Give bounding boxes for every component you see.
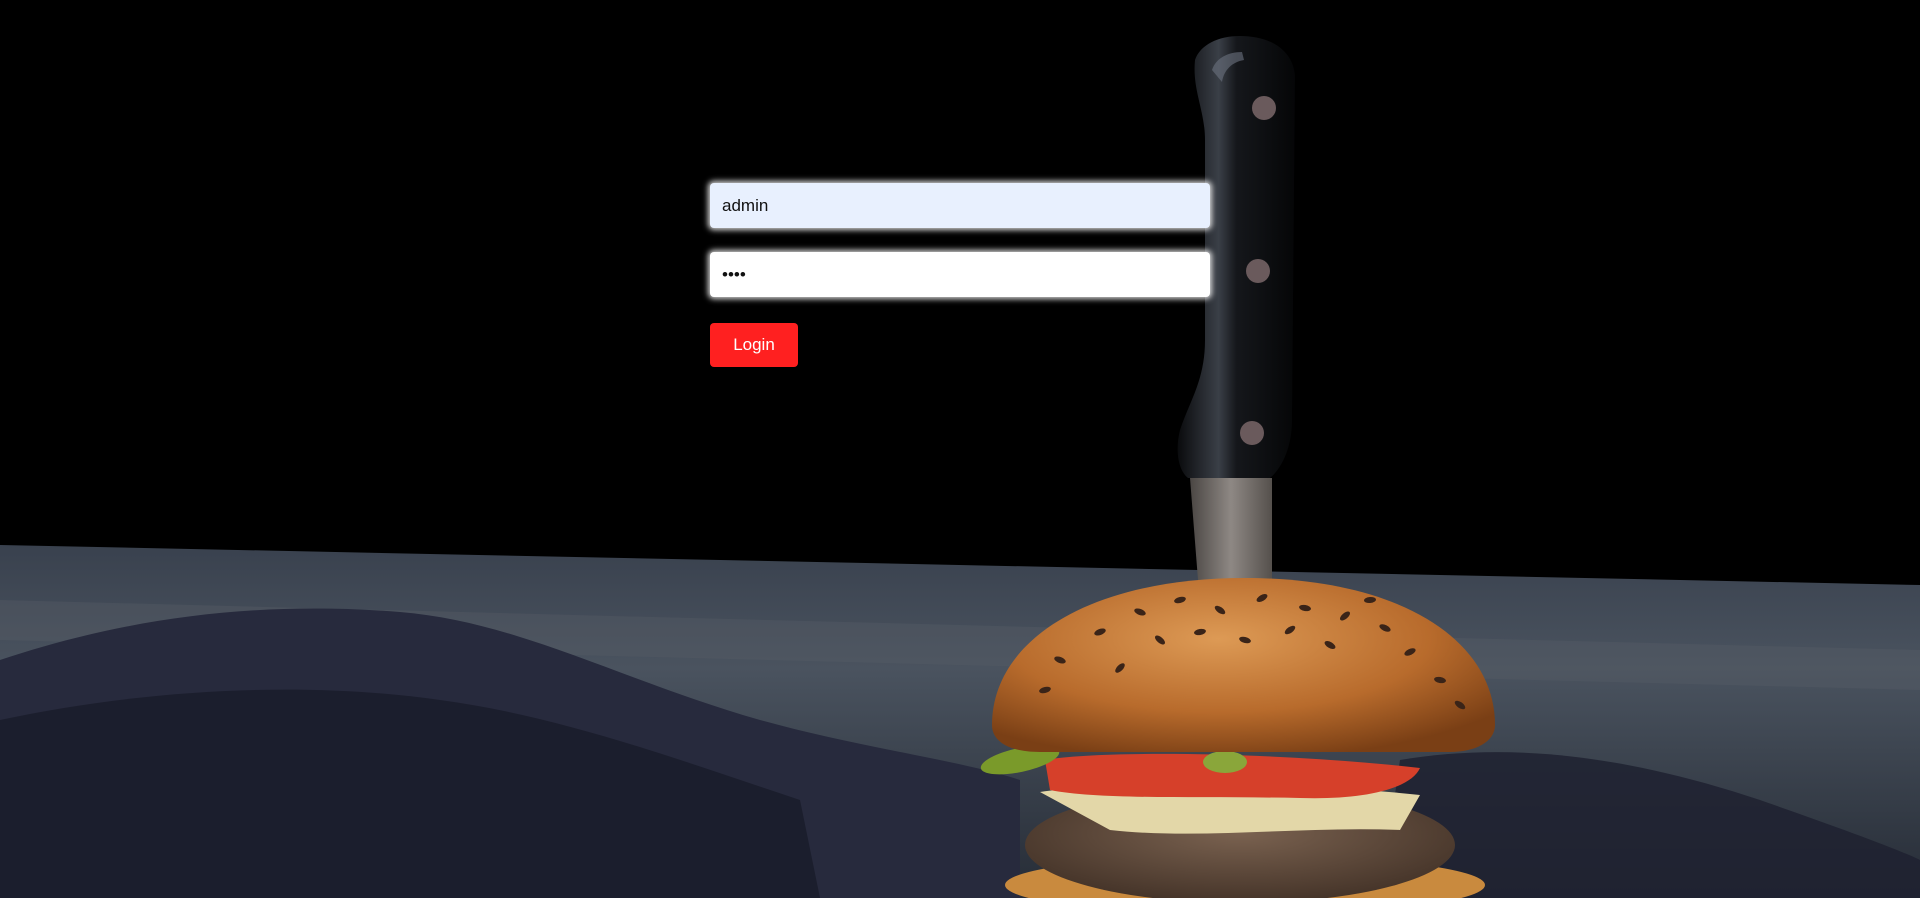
login-button[interactable]: Login — [710, 323, 798, 367]
username-input[interactable] — [710, 183, 1210, 228]
background-photo — [0, 0, 1920, 898]
login-page: Login — [0, 0, 1920, 898]
login-form: Login — [710, 183, 1210, 367]
password-input[interactable] — [710, 252, 1210, 297]
